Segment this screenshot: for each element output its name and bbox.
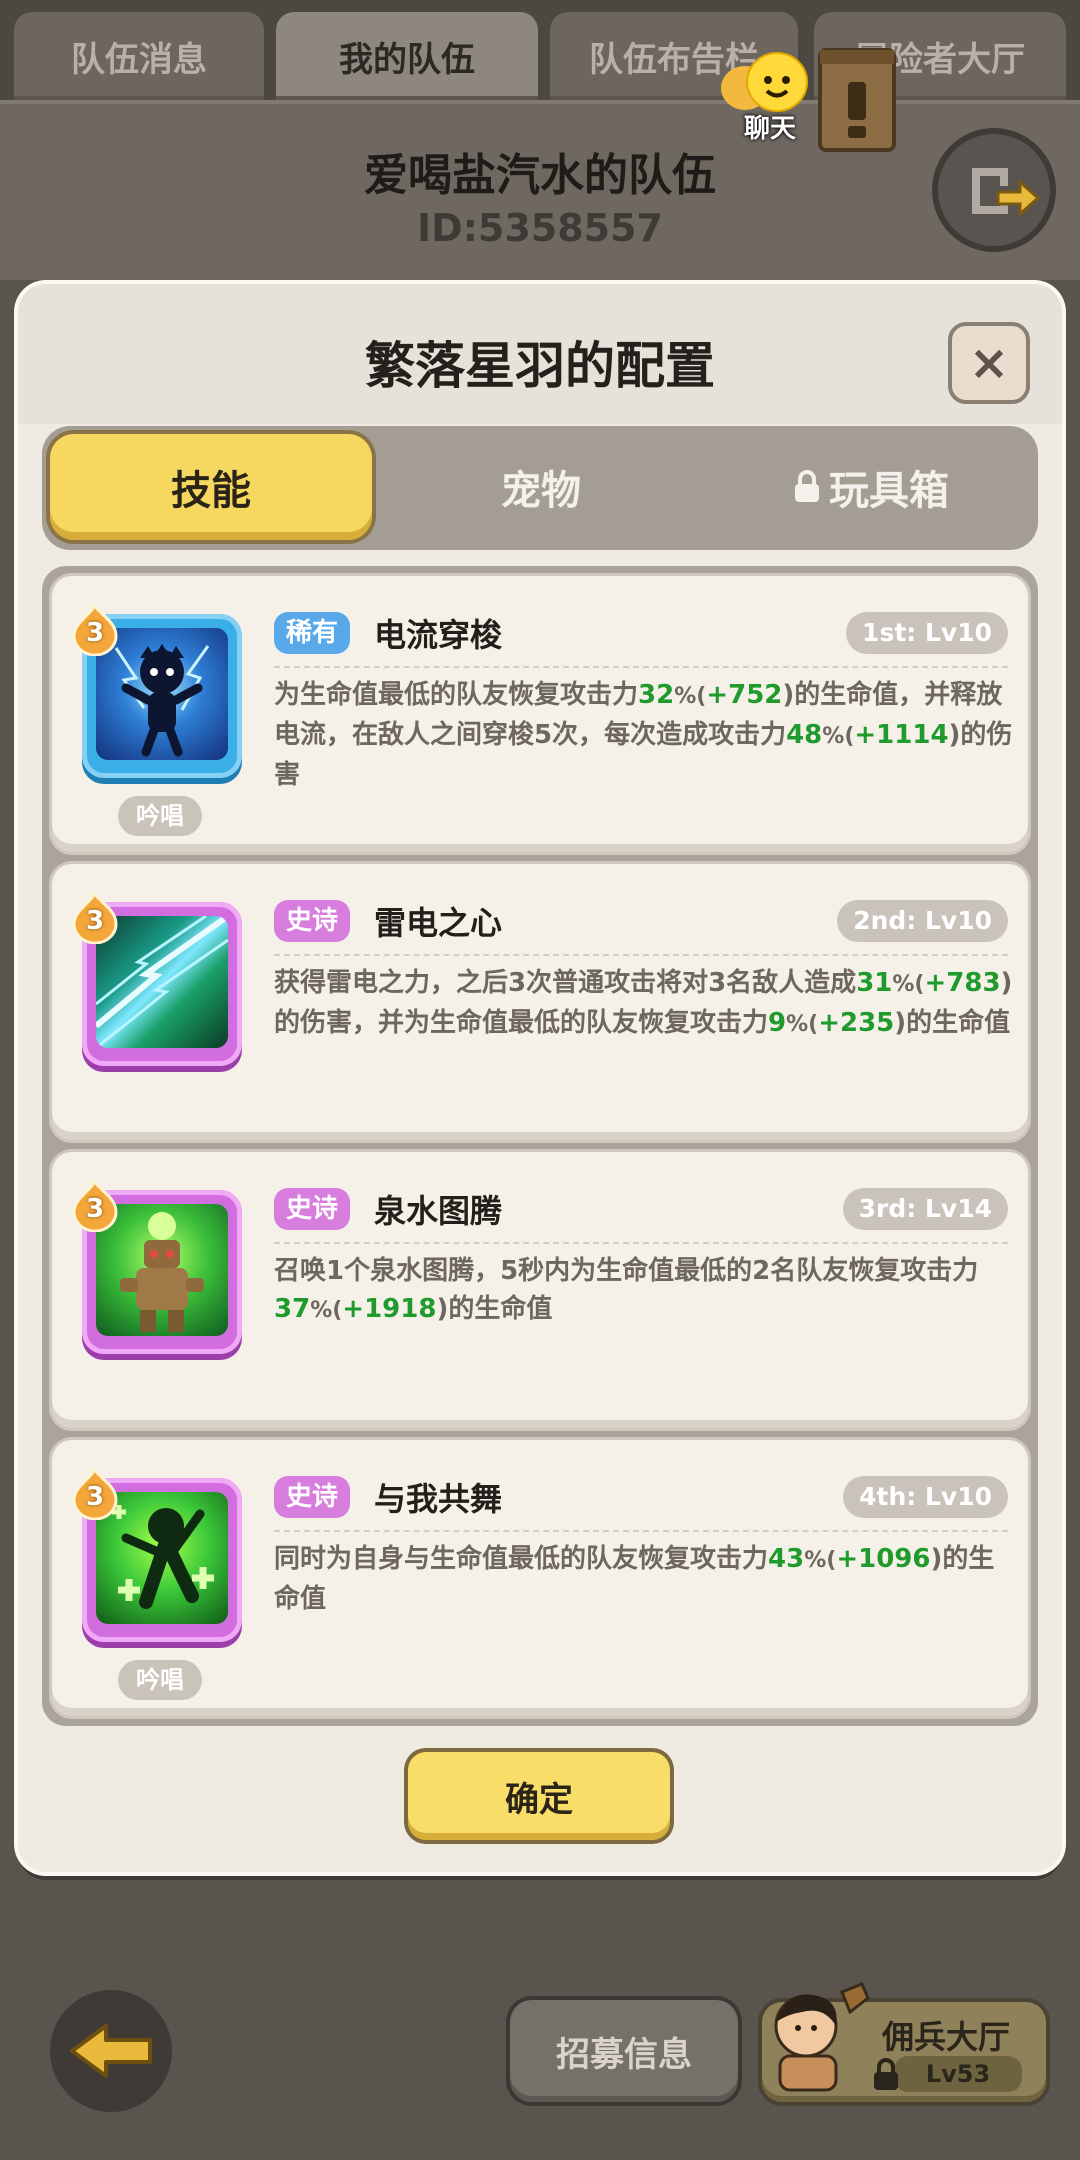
level-number: 3	[85, 1482, 105, 1512]
skill-card[interactable]: 3 史诗 雷电之心 2nd: Lv10 获得雷电之力，之后3次普通攻击将对3名敌…	[52, 864, 1028, 1140]
confirm-button[interactable]: 确定	[408, 1752, 670, 1840]
skill-card[interactable]: 3 吟唱 史诗 与我共舞 4th: Lv10 同时为自身与生命值最低的队友恢复攻…	[52, 1440, 1028, 1716]
skill-name: 雷电之心	[374, 904, 503, 942]
config-modal: 繁落星羽的配置 × 技能 宠物 玩具箱 3 吟唱 稀有 电流穿梭 1st: Lv…	[18, 284, 1062, 1872]
level-badge: 3	[72, 891, 118, 945]
config-tab-bar: 技能 宠物 玩具箱	[42, 426, 1038, 550]
rank-tag: 4th: Lv10	[843, 1476, 1008, 1518]
team-id: ID:5358557	[417, 206, 663, 250]
rarity-tag: 史诗	[274, 900, 351, 942]
skill-list: 3 吟唱 稀有 电流穿梭 1st: Lv10 为生命值最低的队友恢复攻击力32%…	[42, 566, 1038, 1726]
exit-icon	[972, 168, 1041, 218]
rarity-tag: 史诗	[274, 1476, 351, 1518]
rank-tag: 2nd: Lv10	[837, 900, 1008, 942]
chant-tag: 吟唱	[118, 1660, 202, 1700]
mercenary-hall-label: 佣兵大厅	[882, 2018, 1011, 2056]
exit-button[interactable]	[932, 128, 1056, 252]
skill-name: 与我共舞	[374, 1480, 503, 1518]
divider	[274, 1530, 1008, 1532]
close-icon: ×	[968, 335, 1010, 391]
rarity-tag: 稀有	[274, 612, 351, 654]
modal-title: 繁落星羽的配置	[365, 337, 715, 395]
top-tab-bar: 队伍消息 我的队伍 队伍布告栏 冒险者大厅	[0, 0, 1080, 105]
level-badge: 3	[72, 1179, 118, 1233]
mercenary-level-text: Lv53	[925, 2060, 991, 2088]
divider	[274, 954, 1008, 956]
tab-toybox-label: 玩具箱	[829, 468, 949, 514]
lock-icon	[795, 470, 819, 502]
skill-card[interactable]: 3 史诗 泉水图腾 3rd: Lv14 召唤1个泉水图腾，5秒内为生命值最低的2…	[52, 1152, 1028, 1428]
mercenary-hall-button[interactable]: 佣兵大厅 Lv53	[762, 1982, 1046, 2102]
tab-toybox[interactable]: 玩具箱	[710, 434, 1032, 540]
tab-my-team[interactable]: 我的队伍	[276, 12, 538, 100]
skill-description: 召唤1个泉水图腾，5秒内为生命值最低的2名队友恢复攻击力37%(+1918)的生…	[274, 1256, 979, 1324]
divider	[274, 666, 1008, 668]
chant-tag: 吟唱	[118, 796, 202, 836]
skill-description: 同时为自身与生命值最低的队友恢复攻击力43%(+1096)的生命值	[274, 1544, 995, 1614]
skill-description: 为生命值最低的队友恢复攻击力32%(+752)的生命值，并释放电流，在敌人之间穿…	[274, 680, 1013, 790]
rarity-tag: 史诗	[274, 1188, 351, 1230]
close-button[interactable]: ×	[948, 322, 1030, 404]
team-name: 爱喝盐汽水的队伍	[364, 150, 716, 201]
level-badge: 3	[72, 1467, 118, 1521]
back-arrow-icon	[70, 2024, 152, 2078]
chat-label: 聊天	[743, 114, 796, 144]
mercenary-avatar-icon	[774, 1982, 870, 2092]
skill-card[interactable]: 3 吟唱 稀有 电流穿梭 1st: Lv10 为生命值最低的队友恢复攻击力32%…	[52, 576, 1028, 852]
skill-name: 电流穿梭	[374, 616, 503, 654]
tab-pets[interactable]: 宠物	[380, 434, 702, 540]
recruit-info-button[interactable]: 招募信息	[510, 2000, 738, 2102]
rank-tag: 3rd: Lv14	[842, 1188, 1008, 1230]
rank-tag: 1st: Lv10	[846, 612, 1008, 654]
level-number: 3	[85, 1194, 105, 1224]
lock-icon	[874, 2058, 898, 2090]
scroll-icon[interactable]	[812, 42, 902, 160]
skill-description: 获得雷电之力，之后3次普通攻击将对3名敌人造成31%(+783)的伤害，并为生命…	[274, 968, 1013, 1038]
skill-name: 泉水图腾	[374, 1192, 503, 1230]
level-number: 3	[85, 906, 105, 936]
back-button[interactable]	[50, 1990, 172, 2112]
mercenary-level: Lv53	[894, 2056, 1022, 2092]
level-badge: 3	[72, 603, 118, 657]
chat-button[interactable]: 聊天	[715, 50, 825, 144]
team-header: 爱喝盐汽水的队伍 ID:5358557	[0, 100, 1080, 282]
divider	[274, 1242, 1008, 1244]
level-number: 3	[85, 618, 105, 648]
tab-skills[interactable]: 技能	[50, 434, 372, 540]
tab-team-messages[interactable]: 队伍消息	[14, 12, 264, 100]
